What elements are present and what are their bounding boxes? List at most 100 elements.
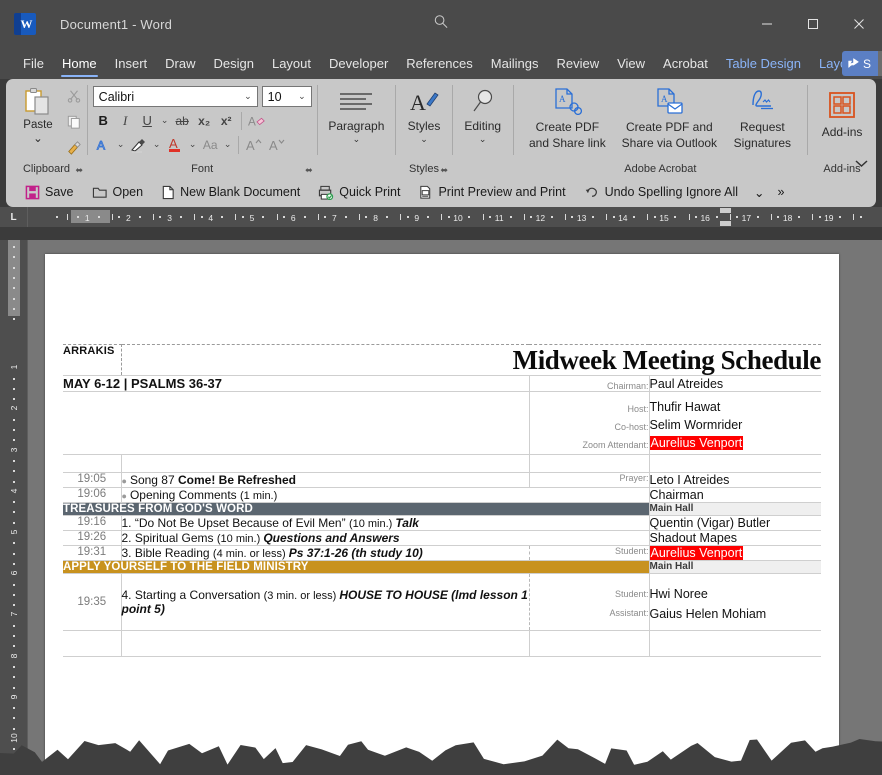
- svg-text:A: A: [410, 90, 426, 115]
- clear-formatting-icon[interactable]: A: [246, 110, 268, 131]
- bold-button[interactable]: B: [93, 110, 114, 131]
- ruler-tick: 5: [250, 213, 255, 223]
- styles-button[interactable]: A Styles ⌄: [400, 85, 449, 145]
- chevron-down-icon[interactable]: ⌄: [244, 91, 255, 102]
- strikethrough-button[interactable]: ab: [172, 110, 193, 131]
- change-case-button[interactable]: Aa: [200, 134, 221, 155]
- tab-design[interactable]: Design: [205, 48, 263, 79]
- qat-open[interactable]: Open: [83, 180, 153, 204]
- tab-acrobat[interactable]: Acrobat: [654, 48, 717, 79]
- styles-caret-icon[interactable]: ⌄: [420, 134, 428, 145]
- paste-caret-icon[interactable]: ⌄: [33, 131, 43, 145]
- styles-dialog-launcher-icon[interactable]: ⬌: [440, 165, 448, 176]
- vertical-ruler[interactable]: 12345678910: [0, 240, 28, 775]
- qat-quick-print[interactable]: Quick Print: [309, 180, 409, 204]
- maximize-button[interactable]: [790, 0, 836, 48]
- close-button[interactable]: [836, 0, 882, 48]
- chevron-down-icon[interactable]: [855, 159, 868, 171]
- italic-button[interactable]: I: [115, 110, 136, 131]
- font-color-icon[interactable]: A: [164, 134, 186, 155]
- tab-developer[interactable]: Developer: [320, 48, 397, 79]
- share-button[interactable]: S ›: [842, 51, 882, 76]
- horizontal-ruler[interactable]: L 12345678910111213141516171819: [0, 207, 882, 227]
- ruler-minor-tick: [235, 214, 236, 220]
- underline-button[interactable]: U: [137, 110, 158, 131]
- font-size-combobox[interactable]: 10 ⌄: [262, 86, 312, 107]
- tab-layout[interactable]: Layout: [263, 48, 320, 79]
- ruler-tick: 3: [9, 447, 19, 452]
- tab-draw[interactable]: Draw: [156, 48, 204, 79]
- qat-new-blank-document[interactable]: New Blank Document: [152, 180, 309, 204]
- table-row[interactable]: 19:05 ●Song 87 Come! Be Refreshed Prayer…: [63, 473, 821, 488]
- table-row-hosts[interactable]: Host: Co-host: Zoom Attendant: Thufir Ha…: [63, 392, 821, 455]
- addins-button[interactable]: Add-ins: [814, 85, 870, 139]
- editing-caret-icon[interactable]: ⌄: [479, 134, 487, 145]
- table-row-week[interactable]: MAY 6-12 | PSALMS 36-37 Chairman: Paul A…: [63, 376, 821, 392]
- grow-font-icon[interactable]: A: [243, 134, 265, 155]
- section-row-ministry[interactable]: APPLY YOURSELF TO THE FIELD MINISTRY Mai…: [63, 561, 821, 574]
- table-row[interactable]: 19:16 1. “Do Not Be Upset Because of Evi…: [63, 516, 821, 531]
- document-page[interactable]: ARRAKIS Midweek Meeting Schedule MAY 6-1…: [45, 254, 839, 775]
- font-dialog-launcher-icon[interactable]: ⬌: [305, 165, 313, 176]
- tab-table-design[interactable]: Table Design: [717, 48, 810, 79]
- tab-file[interactable]: File: [14, 48, 53, 79]
- highlight-icon[interactable]: [128, 134, 150, 155]
- meeting-schedule-table[interactable]: ARRAKIS Midweek Meeting Schedule MAY 6-1…: [63, 344, 821, 657]
- first-line-indent-marker[interactable]: [720, 208, 731, 213]
- qat-overflow[interactable]: »: [772, 180, 791, 204]
- text-effects-icon[interactable]: A: [93, 134, 114, 155]
- paragraph-button[interactable]: Paragraph ⌄: [320, 85, 392, 145]
- tab-references[interactable]: References: [397, 48, 481, 79]
- ruler-tick: 10: [453, 213, 462, 223]
- share-caret-icon[interactable]: ›: [878, 51, 882, 76]
- qat-save[interactable]: Save: [16, 180, 83, 204]
- shrink-font-icon[interactable]: A: [266, 134, 288, 155]
- font-name-combobox[interactable]: Calibri ⌄: [93, 86, 258, 107]
- row-text-plain: 1. “Do Not Be Upset Because of Evil Men”: [122, 516, 349, 530]
- table-row[interactable]: 19:06 ●Opening Comments (1 min.) Chairma…: [63, 488, 821, 503]
- paragraph-caret-icon[interactable]: ⌄: [353, 134, 361, 145]
- highlight-caret-icon[interactable]: ⌄: [151, 134, 163, 155]
- paste-button[interactable]: Paste ⌄: [12, 85, 64, 145]
- copy-icon[interactable]: [67, 115, 81, 134]
- qat-customize-caret[interactable]: ⌄: [747, 180, 771, 204]
- tab-review[interactable]: Review: [547, 48, 608, 79]
- table-row[interactable]: 19:35 4. Starting a Conversation (3 min.…: [63, 574, 821, 631]
- create-pdf-share-outlook-button[interactable]: A Create PDF and Share via Outlook: [617, 87, 721, 150]
- acro-line2: Signatures: [734, 136, 791, 150]
- qat-new-doc-label: New Blank Document: [180, 185, 300, 199]
- tab-insert[interactable]: Insert: [106, 48, 157, 79]
- change-case-caret-icon[interactable]: ⌄: [222, 134, 234, 155]
- table-row[interactable]: 19:26 2. Spiritual Gems (10 min.) Questi…: [63, 531, 821, 546]
- cut-icon[interactable]: [67, 89, 81, 108]
- tab-home[interactable]: Home: [53, 48, 106, 79]
- request-signatures-button[interactable]: Request Signatures: [723, 87, 801, 150]
- search-icon[interactable]: [434, 14, 449, 34]
- ruler-minor-tick: [592, 216, 594, 218]
- font-color-caret-icon[interactable]: ⌄: [187, 134, 199, 155]
- superscript-button[interactable]: x²: [216, 110, 237, 131]
- document-scroll-area[interactable]: ARRAKIS Midweek Meeting Schedule MAY 6-1…: [28, 240, 882, 775]
- create-pdf-share-link-button[interactable]: A Create PDF and Share link: [519, 87, 615, 150]
- tab-view[interactable]: View: [608, 48, 654, 79]
- subscript-button[interactable]: x₂: [194, 110, 215, 131]
- right-indent-marker[interactable]: [720, 221, 731, 226]
- row-time: 19:16: [63, 516, 121, 531]
- section-row-treasures[interactable]: TREASURES FROM GOD'S WORD Main Hall: [63, 503, 821, 516]
- underline-caret-icon[interactable]: ⌄: [159, 110, 171, 131]
- text-effects-caret-icon[interactable]: ⌄: [115, 134, 127, 155]
- tab-mailings[interactable]: Mailings: [482, 48, 548, 79]
- ruler-minor-tick: [489, 216, 491, 218]
- editing-button[interactable]: Editing ⌄: [456, 85, 509, 145]
- table-row[interactable]: 19:31 3. Bible Reading (4 min. or less) …: [63, 546, 821, 561]
- tab-stop-left-icon[interactable]: L: [0, 207, 28, 227]
- qat-print-preview[interactable]: Print Preview and Print: [409, 180, 574, 204]
- clipboard-dialog-launcher-icon[interactable]: ⬌: [75, 165, 83, 176]
- format-painter-icon[interactable]: [67, 141, 81, 160]
- acro-line2: Share via Outlook: [622, 136, 717, 150]
- table-row-header[interactable]: ARRAKIS Midweek Meeting Schedule: [63, 345, 821, 376]
- chevron-down-icon[interactable]: ⌄: [298, 91, 309, 102]
- horizontal-ruler-track[interactable]: 12345678910111213141516171819: [28, 207, 882, 227]
- minimize-button[interactable]: [744, 0, 790, 48]
- qat-undo[interactable]: Undo Spelling Ignore All: [575, 180, 747, 204]
